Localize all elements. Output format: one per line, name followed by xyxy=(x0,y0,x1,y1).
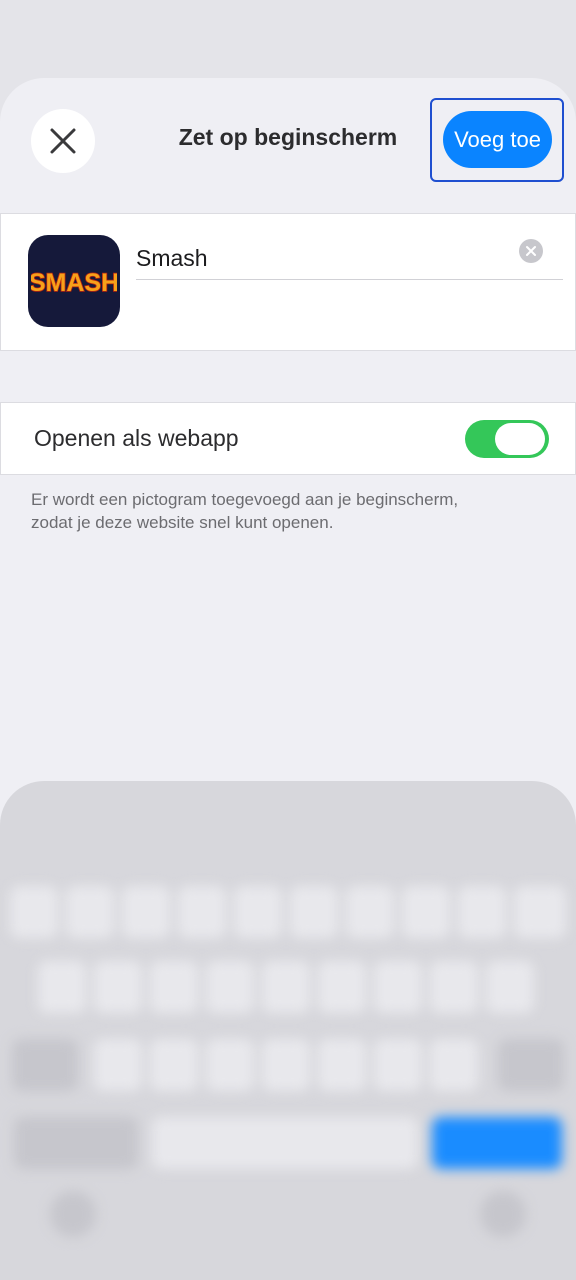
screen: Zet op beginscherm Voeg toe SMASH Openen… xyxy=(0,0,576,1280)
helper-text: Er wordt een pictogram toegevoegd aan je… xyxy=(31,490,459,532)
add-button[interactable]: Voeg toe xyxy=(443,111,552,168)
sheet-header: Zet op beginscherm Voeg toe xyxy=(0,78,576,208)
webapp-toggle-row: Openen als webapp xyxy=(0,402,576,475)
webapp-toggle-label: Openen als webapp xyxy=(34,425,239,451)
clear-icon xyxy=(526,246,536,256)
keyboard xyxy=(0,781,576,1280)
input-underline xyxy=(136,279,563,280)
keyboard-keys-blurred xyxy=(0,781,576,1280)
toggle-knob xyxy=(495,423,545,455)
svg-text:SMASH: SMASH xyxy=(31,269,117,297)
close-button[interactable] xyxy=(31,109,95,173)
clear-name-button[interactable] xyxy=(519,239,543,263)
app-icon: SMASH xyxy=(28,235,120,327)
page-title: Zet op beginscherm xyxy=(178,124,398,150)
webapp-toggle[interactable] xyxy=(465,420,549,458)
close-icon xyxy=(50,128,76,154)
smash-logo-icon: SMASH xyxy=(31,268,117,298)
app-name-input[interactable] xyxy=(136,238,506,278)
app-name-card: SMASH xyxy=(0,213,576,351)
